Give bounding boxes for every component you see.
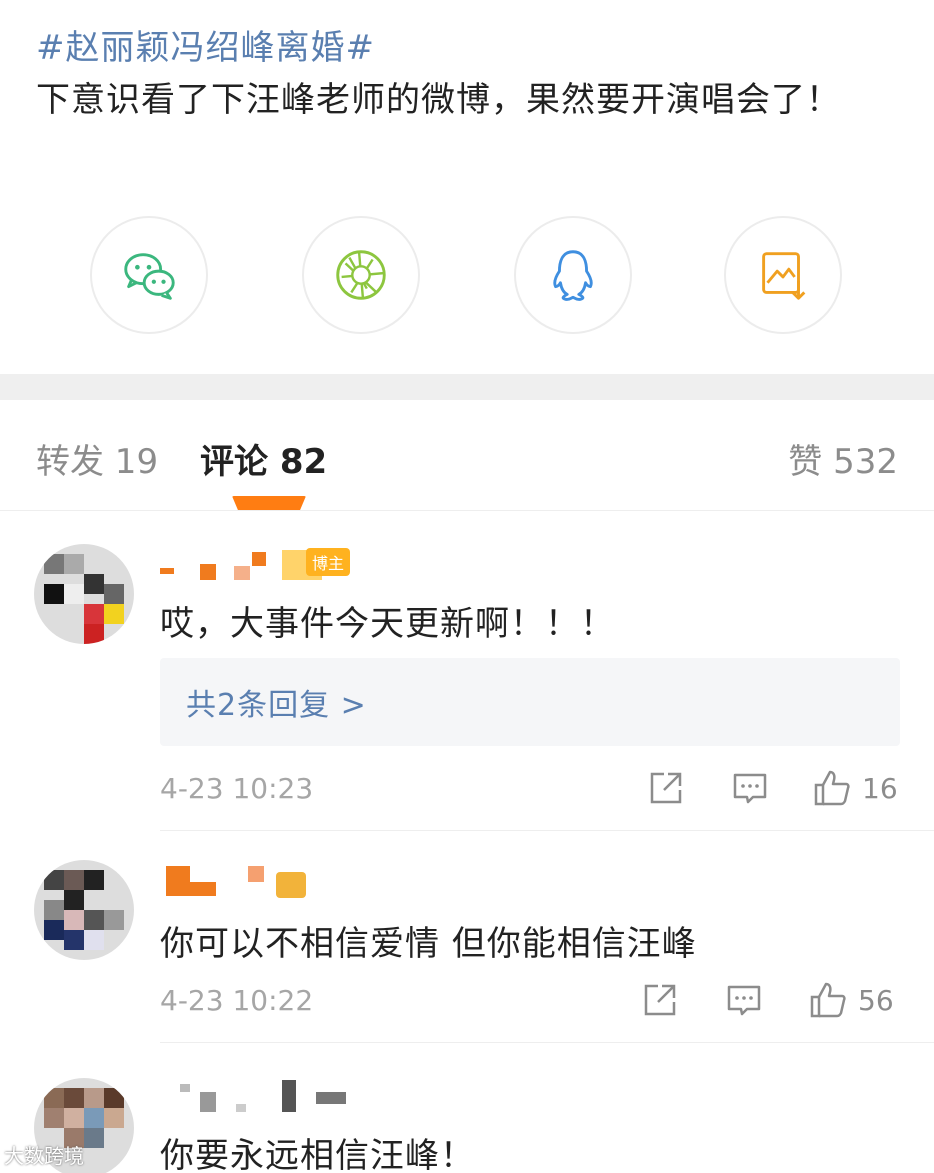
replies-link[interactable]: 共2条回复 > <box>160 658 900 746</box>
like-count: 16 <box>862 771 898 805</box>
avatar[interactable] <box>34 860 134 960</box>
thumbs-up-icon <box>810 982 846 1018</box>
post-text: 下意识看了下汪峰老师的微博，果然要开演唱会了！ <box>36 80 841 120</box>
repost-icon <box>650 772 682 804</box>
comment-time: 4-23 10:23 <box>160 772 314 805</box>
repost-button[interactable] <box>646 768 686 808</box>
comment-text: 你可以不相信爱情 但你能相信汪峰 <box>160 924 697 964</box>
qq-icon <box>553 250 593 301</box>
username-obscured[interactable] <box>160 1078 360 1114</box>
like-button[interactable]: 56 <box>808 980 894 1020</box>
comment-icon <box>727 985 761 1016</box>
repost-button[interactable] <box>640 980 680 1020</box>
tab-likes[interactable]: 赞 532 <box>788 434 898 483</box>
moments-icon <box>336 250 386 300</box>
comment-text: 你要永远相信汪峰！ <box>160 1136 475 1173</box>
watermark-text: 大数跨境 <box>4 1144 84 1168</box>
active-tab-indicator <box>232 496 306 510</box>
replies-link-label: 共2条回复 > <box>186 688 367 723</box>
comment-divider <box>160 1042 934 1043</box>
section-divider <box>0 374 934 400</box>
author-badge: 博主 <box>306 548 351 576</box>
post-hashtag[interactable]: #赵丽颖冯绍峰离婚# <box>36 20 375 69</box>
avatar[interactable] <box>34 544 134 644</box>
comment-text: 哎，大事件今天更新啊！！！ <box>160 604 615 644</box>
comment-time: 4-23 10:22 <box>160 984 314 1017</box>
post-card: #赵丽颖冯绍峰离婚# 下意识看了下汪峰老师的微博，果然要开演唱会了！ <box>0 0 934 374</box>
save-image-button[interactable] <box>724 216 842 334</box>
username-obscured[interactable] <box>160 862 330 898</box>
share-row <box>0 216 934 336</box>
comment-divider <box>160 830 934 831</box>
share-qq-button[interactable] <box>514 216 632 334</box>
reply-button[interactable] <box>724 980 764 1020</box>
repost-icon <box>644 984 676 1016</box>
wechat-icon <box>124 253 175 300</box>
like-button[interactable]: 16 <box>812 768 898 808</box>
tab-bar: 转发 19 评论 82 赞 532 <box>0 400 934 510</box>
comment-icon <box>733 773 767 804</box>
share-wechat-button[interactable] <box>90 216 208 334</box>
thumbs-up-icon <box>814 770 850 806</box>
reply-button[interactable] <box>730 768 770 808</box>
like-count: 56 <box>858 983 894 1017</box>
tab-bar-divider <box>0 510 934 511</box>
save-image-icon <box>762 252 806 300</box>
tab-repost[interactable]: 转发 19 <box>36 434 158 483</box>
share-moments-button[interactable] <box>302 216 420 334</box>
tab-comments[interactable]: 评论 82 <box>200 434 327 483</box>
